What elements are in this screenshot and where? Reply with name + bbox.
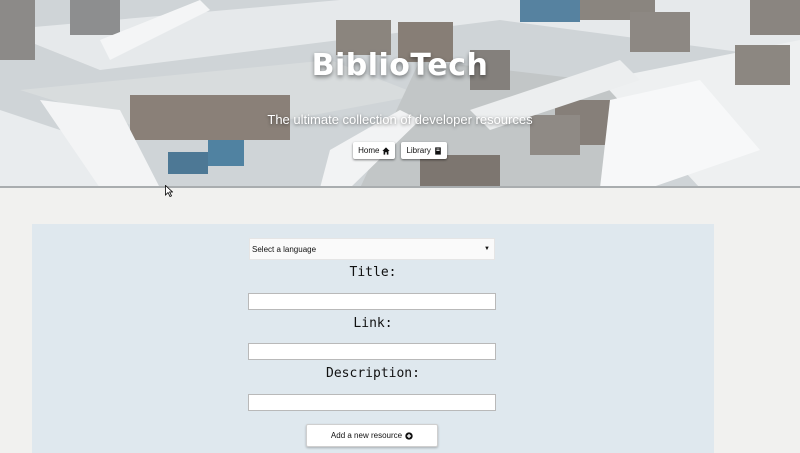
mouse-pointer-icon bbox=[165, 185, 173, 197]
language-select[interactable]: Select a language ▼ bbox=[249, 238, 495, 260]
description-label: Description: bbox=[326, 366, 420, 381]
title-input[interactable] bbox=[248, 293, 496, 310]
home-icon bbox=[382, 146, 391, 155]
add-resource-label: Add a new resource bbox=[330, 431, 403, 440]
add-resource-form: Select a language ▼ Title: Link: Descrip… bbox=[32, 224, 714, 453]
home-nav-button[interactable]: Home bbox=[353, 142, 396, 159]
link-input[interactable] bbox=[248, 343, 496, 360]
library-nav-button[interactable]: Library bbox=[401, 142, 447, 159]
library-nav-label: Library bbox=[406, 146, 431, 155]
caret-down-icon: ▼ bbox=[484, 246, 490, 252]
description-input[interactable] bbox=[248, 394, 496, 411]
library-interior-image bbox=[0, 0, 800, 188]
book-icon bbox=[435, 146, 441, 155]
add-resource-button[interactable]: Add a new resource bbox=[306, 424, 438, 447]
main-nav: Home Library bbox=[0, 142, 800, 159]
title-label: Title: bbox=[349, 265, 397, 280]
link-label: Link: bbox=[353, 316, 393, 331]
site-title: BiblioTech bbox=[311, 48, 489, 83]
plus-circle-icon bbox=[405, 431, 413, 440]
hero-banner: BiblioTech The ultimate collection of de… bbox=[0, 0, 800, 188]
home-nav-label: Home bbox=[358, 146, 380, 155]
site-tagline: The ultimate collection of developer res… bbox=[267, 112, 533, 127]
language-select-value: Select a language bbox=[252, 244, 317, 254]
